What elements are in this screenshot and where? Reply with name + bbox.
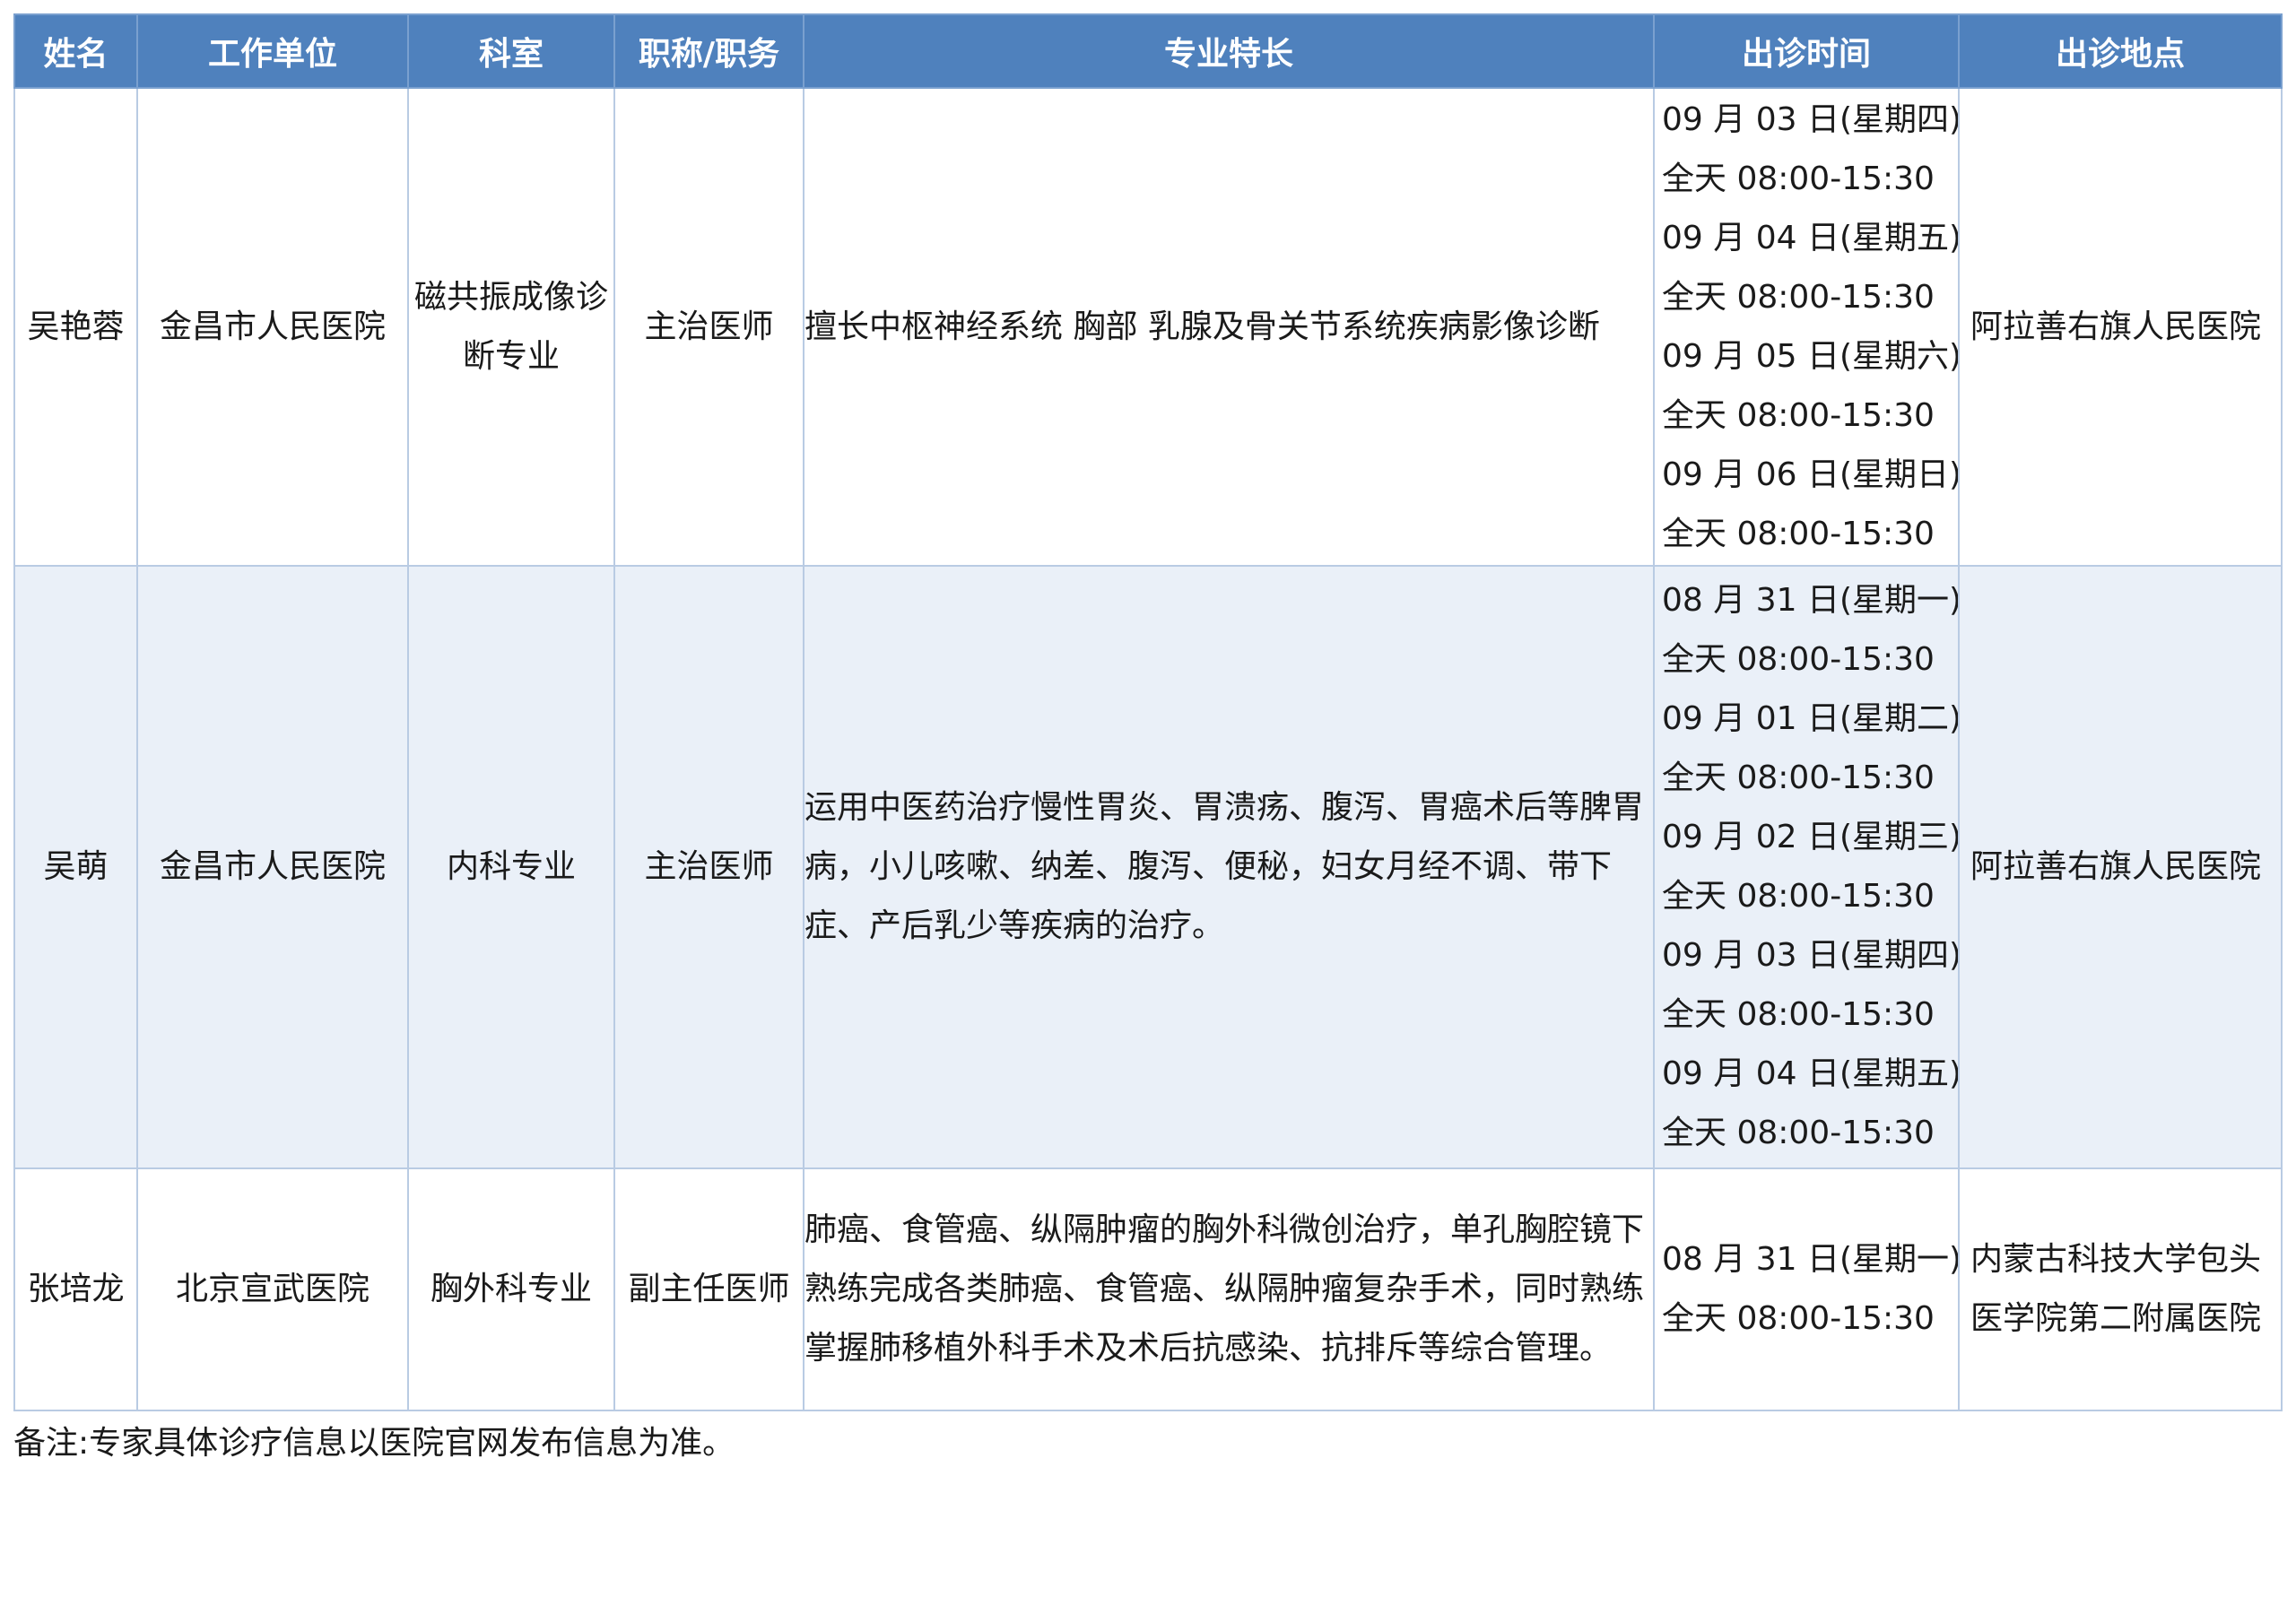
cell-department: 胸外科专业 [407,1167,615,1411]
header-specialty: 专业特长 [803,13,1655,89]
cell-unit: 北京宣武医院 [136,1167,409,1411]
time-line: 09 月 06 日(星期日) [1662,456,1959,493]
cell-title: 主治医师 [613,565,804,1169]
cell-title: 副主任医师 [613,1167,804,1411]
time-line: 09 月 04 日(星期五) [1662,1055,1959,1092]
cell-department: 内科专业 [407,565,615,1169]
table-row: 吴艳蓉 金昌市人民医院 磁共振成像诊断专业 主治医师 擅长中枢神经系统 胸部 乳… [13,87,2283,567]
time-line: 09 月 05 日(星期六) [1662,337,1959,375]
time-line: 全天 08:00-15:30 [1662,1300,1935,1337]
time-line: 全天 08:00-15:30 [1662,1115,1935,1151]
table-header-row: 姓名 工作单位 科室 职称/职务 专业特长 出诊时间 出诊地点 [13,13,2283,89]
time-line: 09 月 03 日(星期四) [1662,937,1959,974]
cell-unit: 金昌市人民医院 [136,565,409,1169]
time-line: 08 月 31 日(星期一) [1662,1241,1959,1278]
time-line: 全天 08:00-15:30 [1662,278,1935,316]
time-line: 全天 08:00-15:30 [1662,996,1935,1033]
cell-name: 吴萌 [13,565,138,1169]
time-line: 09 月 04 日(星期五) [1662,219,1959,256]
table-row: 吴萌 金昌市人民医院 内科专业 主治医师 运用中医药治疗慢性胃炎、胃溃疡、腹泻、… [13,565,2283,1169]
cell-location: 内蒙古科技大学包头医学院第二附属医院 [1958,1167,2283,1411]
cell-specialty: 肺癌、食管癌、纵隔肿瘤的胸外科微创治疗，单孔胸腔镜下熟练完成各类肺癌、食管癌、纵… [803,1167,1655,1411]
time-line: 09 月 01 日(星期二) [1662,700,1959,737]
cell-name: 吴艳蓉 [13,87,138,567]
header-location: 出诊地点 [1958,13,2283,89]
time-line: 08 月 31 日(星期一) [1662,582,1959,619]
header-name: 姓名 [13,13,138,89]
table-row: 张培龙 北京宣武医院 胸外科专业 副主任医师 肺癌、食管癌、纵隔肿瘤的胸外科微创… [13,1167,2283,1411]
cell-location: 阿拉善右旗人民医院 [1958,87,2283,567]
cell-time: 08 月 31 日(星期一) 全天 08:00-15:30 09 月 01 日(… [1653,565,1960,1169]
cell-specialty: 擅长中枢神经系统 胸部 乳腺及骨关节系统疾病影像诊断 [803,87,1655,567]
time-line: 全天 08:00-15:30 [1662,759,1935,796]
cell-name: 张培龙 [13,1167,138,1411]
header-department: 科室 [407,13,615,89]
cell-time: 09 月 03 日(星期四) 全天 08:00-15:30 09 月 04 日(… [1653,87,1960,567]
time-line: 全天 08:00-15:30 [1662,396,1935,434]
time-line: 09 月 03 日(星期四) [1662,100,1959,138]
header-unit: 工作单位 [136,13,409,89]
time-line: 全天 08:00-15:30 [1662,160,1935,197]
cell-specialty: 运用中医药治疗慢性胃炎、胃溃疡、腹泻、胃癌术后等脾胃病，小儿咳嗽、纳差、腹泻、便… [803,565,1655,1169]
footnote: 备注:专家具体诊疗信息以医院官网发布信息为准。 [13,1425,735,1462]
cell-unit: 金昌市人民医院 [136,87,409,567]
cell-department: 磁共振成像诊断专业 [407,87,615,567]
document-page: 姓名 工作单位 科室 职称/职务 专业特长 出诊时间 出诊地点 吴艳蓉 金昌市人… [13,13,2283,1465]
header-title: 职称/职务 [613,13,804,89]
header-time: 出诊时间 [1653,13,1960,89]
time-line: 全天 08:00-15:30 [1662,515,1935,552]
time-line: 全天 08:00-15:30 [1662,878,1935,915]
cell-time: 08 月 31 日(星期一) 全天 08:00-15:30 [1653,1167,1960,1411]
time-line: 09 月 02 日(星期三) [1662,819,1959,855]
expert-schedule-table: 姓名 工作单位 科室 职称/职务 专业特长 出诊时间 出诊地点 吴艳蓉 金昌市人… [13,13,2283,1411]
cell-title: 主治医师 [613,87,804,567]
cell-location: 阿拉善右旗人民医院 [1958,565,2283,1169]
time-line: 全天 08:00-15:30 [1662,641,1935,678]
